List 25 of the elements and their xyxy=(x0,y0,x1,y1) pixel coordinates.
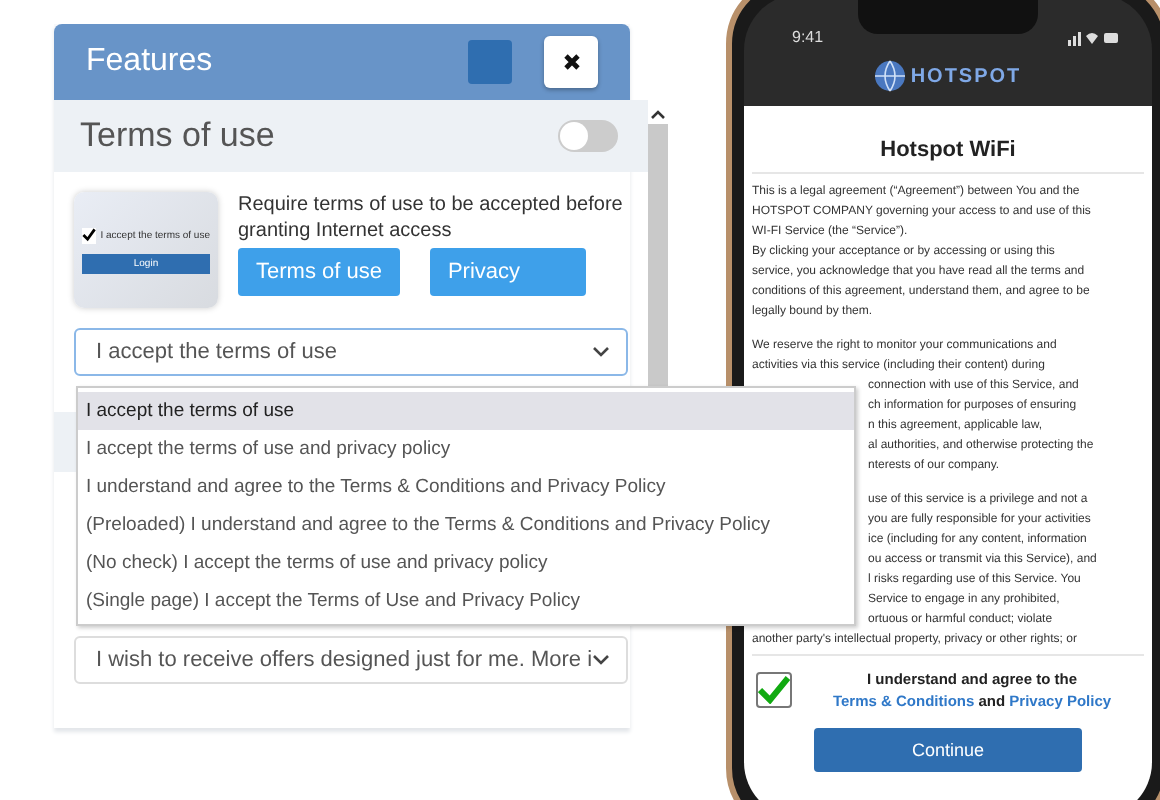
dropdown-option[interactable]: I accept the terms of use xyxy=(78,392,854,430)
terms-select[interactable]: I accept the terms of use xyxy=(74,328,629,376)
offers-select[interactable]: I wish to receive offers designed just for me. More i xyxy=(74,636,629,684)
section-title: Terms of use xyxy=(80,116,275,156)
chevron-icon xyxy=(592,654,611,666)
description-text: Require terms of use to be accepted before granting Internet access xyxy=(238,192,625,244)
status-icons xyxy=(1068,30,1120,46)
globe-icon xyxy=(874,60,907,92)
panel-title: Features xyxy=(86,44,215,80)
dropdown-option[interactable]: I understand and agree to the Terms & Conditions and Privacy Policy xyxy=(78,468,854,506)
status-time: 9:41 xyxy=(792,28,824,46)
dropdown-option[interactable]: I accept the terms of use and privacy policy xyxy=(78,430,854,468)
brand-logo: HOTSPOT xyxy=(910,65,1022,87)
dropdown-option[interactable]: (Preloaded) I understand and agree to the Terms & Conditions and Privacy Policy xyxy=(78,506,854,544)
continue-button[interactable]: Continue xyxy=(814,728,1082,772)
scroll-up-icon[interactable] xyxy=(650,108,667,120)
toggle-switch[interactable] xyxy=(558,120,619,152)
dropdown-option[interactable]: (No check) I accept the terms of use and privacy policy xyxy=(78,544,854,582)
chevron-icon xyxy=(592,346,611,358)
dropdown-option[interactable]: (Single page) I accept the Terms of Use and Privacy Policy xyxy=(78,582,854,620)
close-icon xyxy=(561,52,581,72)
color-swatch[interactable] xyxy=(468,40,512,84)
close-button[interactable] xyxy=(544,36,598,88)
consent-checkbox[interactable] xyxy=(756,672,792,708)
page-title: Hotspot WiFi xyxy=(752,138,1144,174)
